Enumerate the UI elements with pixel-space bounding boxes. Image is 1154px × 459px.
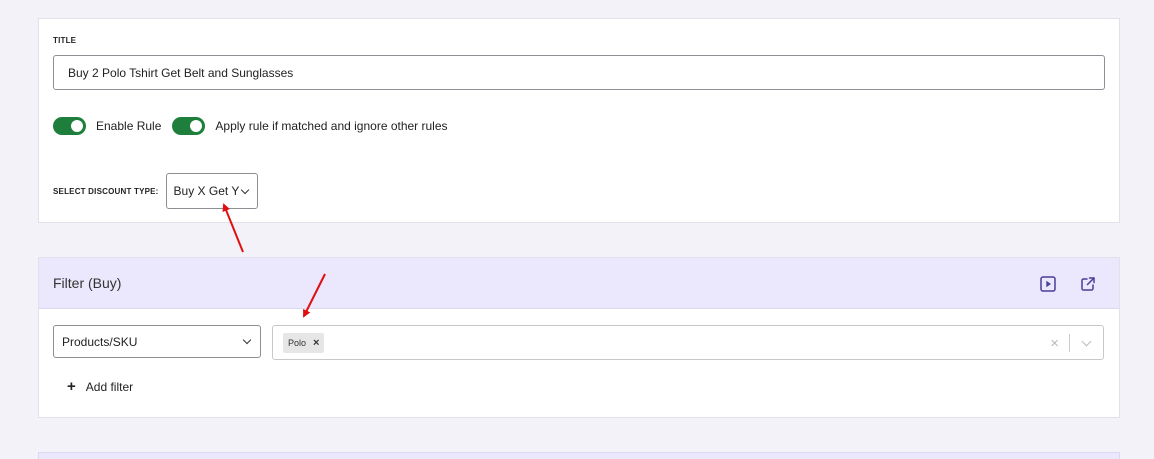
- title-input[interactable]: [53, 55, 1105, 90]
- filter-type-value: Products/SKU: [62, 334, 138, 349]
- chevron-down-icon: [242, 335, 252, 345]
- toggle-knob: [71, 120, 83, 132]
- add-filter-label: Add filter: [85, 379, 134, 394]
- close-icon[interactable]: ×: [313, 337, 319, 349]
- filter-title: Filter (Buy): [53, 275, 122, 291]
- filter-header: Filter (Buy): [39, 258, 1119, 309]
- discount-type-select[interactable]: Buy X Get Y: [165, 173, 258, 209]
- enable-rule-label: Enable Rule: [96, 119, 162, 133]
- plus-icon: +: [67, 378, 76, 395]
- rule-toggles: Enable Rule Apply rule if matched and ig…: [53, 117, 459, 135]
- discount-type-value: Buy X Get Y: [173, 184, 240, 198]
- toggle-knob: [190, 120, 203, 132]
- add-filter-button[interactable]: + Add filter: [67, 378, 133, 395]
- exclusive-rule-label: Apply rule if matched and ignore other r…: [215, 119, 448, 133]
- play-icon[interactable]: [1039, 275, 1057, 293]
- external-link-icon[interactable]: [1079, 275, 1097, 293]
- divider: [1069, 334, 1070, 352]
- chevron-down-icon[interactable]: [1081, 336, 1092, 347]
- next-section-header: [38, 452, 1120, 459]
- filter-buy-card: Filter (Buy) Products/SKU Polo × × + Add…: [38, 257, 1120, 418]
- rule-general-card: TITLE Enable Rule Apply rule if matched …: [38, 18, 1120, 223]
- discount-type-row: SELECT DISCOUNT TYPE: Buy X Get Y: [53, 173, 258, 209]
- tag-label: Polo: [288, 338, 307, 348]
- title-label: TITLE: [53, 36, 77, 45]
- clear-icon[interactable]: ×: [1050, 335, 1059, 352]
- discount-type-label: SELECT DISCOUNT TYPE:: [53, 186, 159, 196]
- product-multiselect[interactable]: Polo × ×: [272, 325, 1104, 360]
- chevron-down-icon: [240, 185, 249, 195]
- filter-type-select[interactable]: Products/SKU: [53, 325, 261, 358]
- exclusive-rule-toggle[interactable]: [172, 117, 206, 135]
- enable-rule-toggle[interactable]: [53, 117, 86, 135]
- selected-tag: Polo ×: [283, 333, 325, 353]
